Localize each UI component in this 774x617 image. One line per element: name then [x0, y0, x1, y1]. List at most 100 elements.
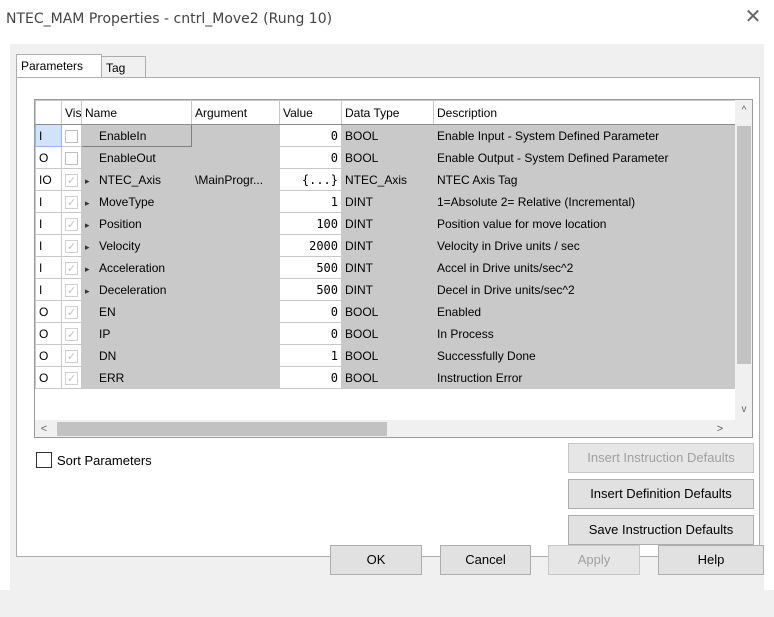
vis-cell[interactable]: ✓: [61, 256, 82, 279]
ok-button[interactable]: OK: [330, 545, 422, 575]
check-icon[interactable]: ✓: [65, 283, 78, 297]
vis-cell[interactable]: ✓: [61, 344, 82, 367]
insert-definition-defaults-button[interactable]: Insert Definition Defaults: [568, 479, 754, 509]
check-icon[interactable]: ✓: [65, 371, 78, 385]
table-row[interactable]: O ✓ ERR 0 BOOL Instruction Error: [35, 366, 736, 389]
check-icon[interactable]: ✓: [65, 217, 78, 231]
vis-cell[interactable]: ✓: [61, 278, 82, 301]
sort-parameters-checkbox[interactable]: [36, 452, 52, 468]
triangle-right-icon[interactable]: ▸: [85, 264, 97, 275]
table-row[interactable]: IO ✓ ▸ NTEC_Axis \MainProgr... {...} NTEC_Axis…: [35, 168, 736, 191]
vis-cell[interactable]: ✓: [61, 234, 82, 257]
argument-cell[interactable]: [191, 344, 280, 367]
argument-cell[interactable]: [191, 366, 280, 389]
tab-tag[interactable]: Tag: [101, 56, 146, 78]
tab-parameters[interactable]: Parameters: [16, 54, 102, 77]
value-cell[interactable]: 1: [279, 344, 342, 367]
argument-cell[interactable]: [191, 124, 280, 147]
vis-cell[interactable]: ✓: [61, 190, 82, 213]
name-cell[interactable]: ERR: [81, 366, 192, 389]
cancel-button[interactable]: Cancel: [440, 545, 531, 575]
table-row[interactable]: I ✓ ▸ Acceleration 500 DINT Accel in Drive uni…: [35, 256, 736, 279]
value-cell[interactable]: 500: [279, 256, 342, 279]
argument-cell[interactable]: [191, 212, 280, 235]
argument-cell[interactable]: [191, 278, 280, 301]
value-cell[interactable]: 0: [279, 146, 342, 169]
table-row[interactable]: O EnableOut 0 BOOL Enable Output - System De…: [35, 146, 736, 169]
vis-cell[interactable]: ✓: [61, 366, 82, 389]
triangle-right-icon[interactable]: ▸: [85, 176, 97, 187]
col-header-value[interactable]: Value: [279, 100, 342, 125]
name-cell[interactable]: EnableOut: [81, 146, 192, 169]
close-icon[interactable]: ✕: [742, 6, 764, 28]
argument-cell[interactable]: \MainProgr...: [191, 168, 280, 191]
argument-cell[interactable]: [191, 322, 280, 345]
horizontal-scroll-thumb[interactable]: [57, 422, 387, 436]
help-button[interactable]: Help: [658, 545, 764, 575]
apply-button[interactable]: Apply: [548, 545, 640, 575]
value-cell[interactable]: 0: [279, 124, 342, 147]
argument-cell[interactable]: [191, 234, 280, 257]
vis-cell[interactable]: ✓: [61, 168, 82, 191]
scroll-right-icon[interactable]: >: [711, 420, 729, 437]
vis-checkbox[interactable]: [65, 151, 78, 165]
name-cell[interactable]: ▸ MoveType: [81, 190, 192, 213]
check-icon[interactable]: ✓: [65, 173, 78, 187]
vis-cell[interactable]: [61, 124, 82, 147]
sort-parameters-label[interactable]: Sort Parameters: [57, 453, 152, 468]
name-cell[interactable]: ▸ Position: [81, 212, 192, 235]
name-cell[interactable]: DN: [81, 344, 192, 367]
value-cell[interactable]: 0: [279, 322, 342, 345]
triangle-right-icon[interactable]: ▸: [85, 220, 97, 231]
col-header-argument[interactable]: Argument: [191, 100, 280, 125]
argument-cell[interactable]: [191, 256, 280, 279]
triangle-right-icon[interactable]: ▸: [85, 286, 97, 297]
col-header-description[interactable]: Description: [433, 100, 736, 125]
table-row[interactable]: I ✓ ▸ Position 100 DINT Position value for mov…: [35, 212, 736, 235]
value-cell[interactable]: 2000: [279, 234, 342, 257]
horizontal-scrollbar[interactable]: < >: [35, 420, 735, 437]
table-row[interactable]: I ✓ ▸ Deceleration 500 DINT Decel in Drive uni…: [35, 278, 736, 301]
vis-cell[interactable]: [61, 146, 82, 169]
argument-cell[interactable]: [191, 300, 280, 323]
name-cell[interactable]: ▸ Deceleration: [81, 278, 192, 301]
triangle-right-icon[interactable]: ▸: [85, 198, 97, 209]
triangle-right-icon[interactable]: ▸: [85, 242, 97, 253]
argument-cell[interactable]: [191, 146, 280, 169]
col-header-usage[interactable]: [35, 100, 62, 125]
insert-instruction-defaults-button[interactable]: Insert Instruction Defaults: [568, 443, 754, 473]
vis-cell[interactable]: ✓: [61, 212, 82, 235]
name-cell[interactable]: EN: [81, 300, 192, 323]
table-row[interactable]: I EnableIn 0 BOOL Enable Input - System Defi…: [35, 124, 736, 147]
table-row[interactable]: I ✓ ▸ Velocity 2000 DINT Velocity in Drive uni…: [35, 234, 736, 257]
name-cell[interactable]: ▸ Acceleration: [81, 256, 192, 279]
value-cell[interactable]: 0: [279, 300, 342, 323]
name-cell[interactable]: ▸ Velocity: [81, 234, 192, 257]
scroll-down-icon[interactable]: v: [735, 401, 752, 419]
check-icon[interactable]: ✓: [65, 327, 78, 341]
value-cell[interactable]: 0: [279, 366, 342, 389]
table-row[interactable]: O ✓ EN 0 BOOL Enabled: [35, 300, 736, 323]
argument-cell[interactable]: [191, 190, 280, 213]
check-icon[interactable]: ✓: [65, 349, 78, 363]
check-icon[interactable]: ✓: [65, 239, 78, 253]
vertical-scrollbar[interactable]: ^ v: [735, 100, 752, 420]
col-header-name[interactable]: Name: [81, 100, 192, 125]
scroll-up-icon[interactable]: ^: [735, 102, 752, 120]
value-cell[interactable]: 500: [279, 278, 342, 301]
save-instruction-defaults-button[interactable]: Save Instruction Defaults: [568, 515, 754, 545]
value-cell[interactable]: 100: [279, 212, 342, 235]
vis-checkbox[interactable]: [65, 129, 78, 143]
name-cell[interactable]: ▸ NTEC_Axis: [81, 168, 192, 191]
table-row[interactable]: O ✓ IP 0 BOOL In Process: [35, 322, 736, 345]
value-cell[interactable]: 1: [279, 190, 342, 213]
value-cell[interactable]: {...}: [279, 168, 342, 191]
col-header-data-type[interactable]: Data Type: [341, 100, 434, 125]
check-icon[interactable]: ✓: [65, 305, 78, 319]
name-cell[interactable]: IP: [81, 322, 192, 345]
table-row[interactable]: I ✓ ▸ MoveType 1 DINT 1=Absolute 2= Relative (…: [35, 190, 736, 213]
vis-cell[interactable]: ✓: [61, 322, 82, 345]
col-header-vis[interactable]: Vis: [61, 100, 82, 125]
vertical-scroll-thumb[interactable]: [737, 126, 751, 364]
scroll-left-icon[interactable]: <: [35, 420, 53, 437]
